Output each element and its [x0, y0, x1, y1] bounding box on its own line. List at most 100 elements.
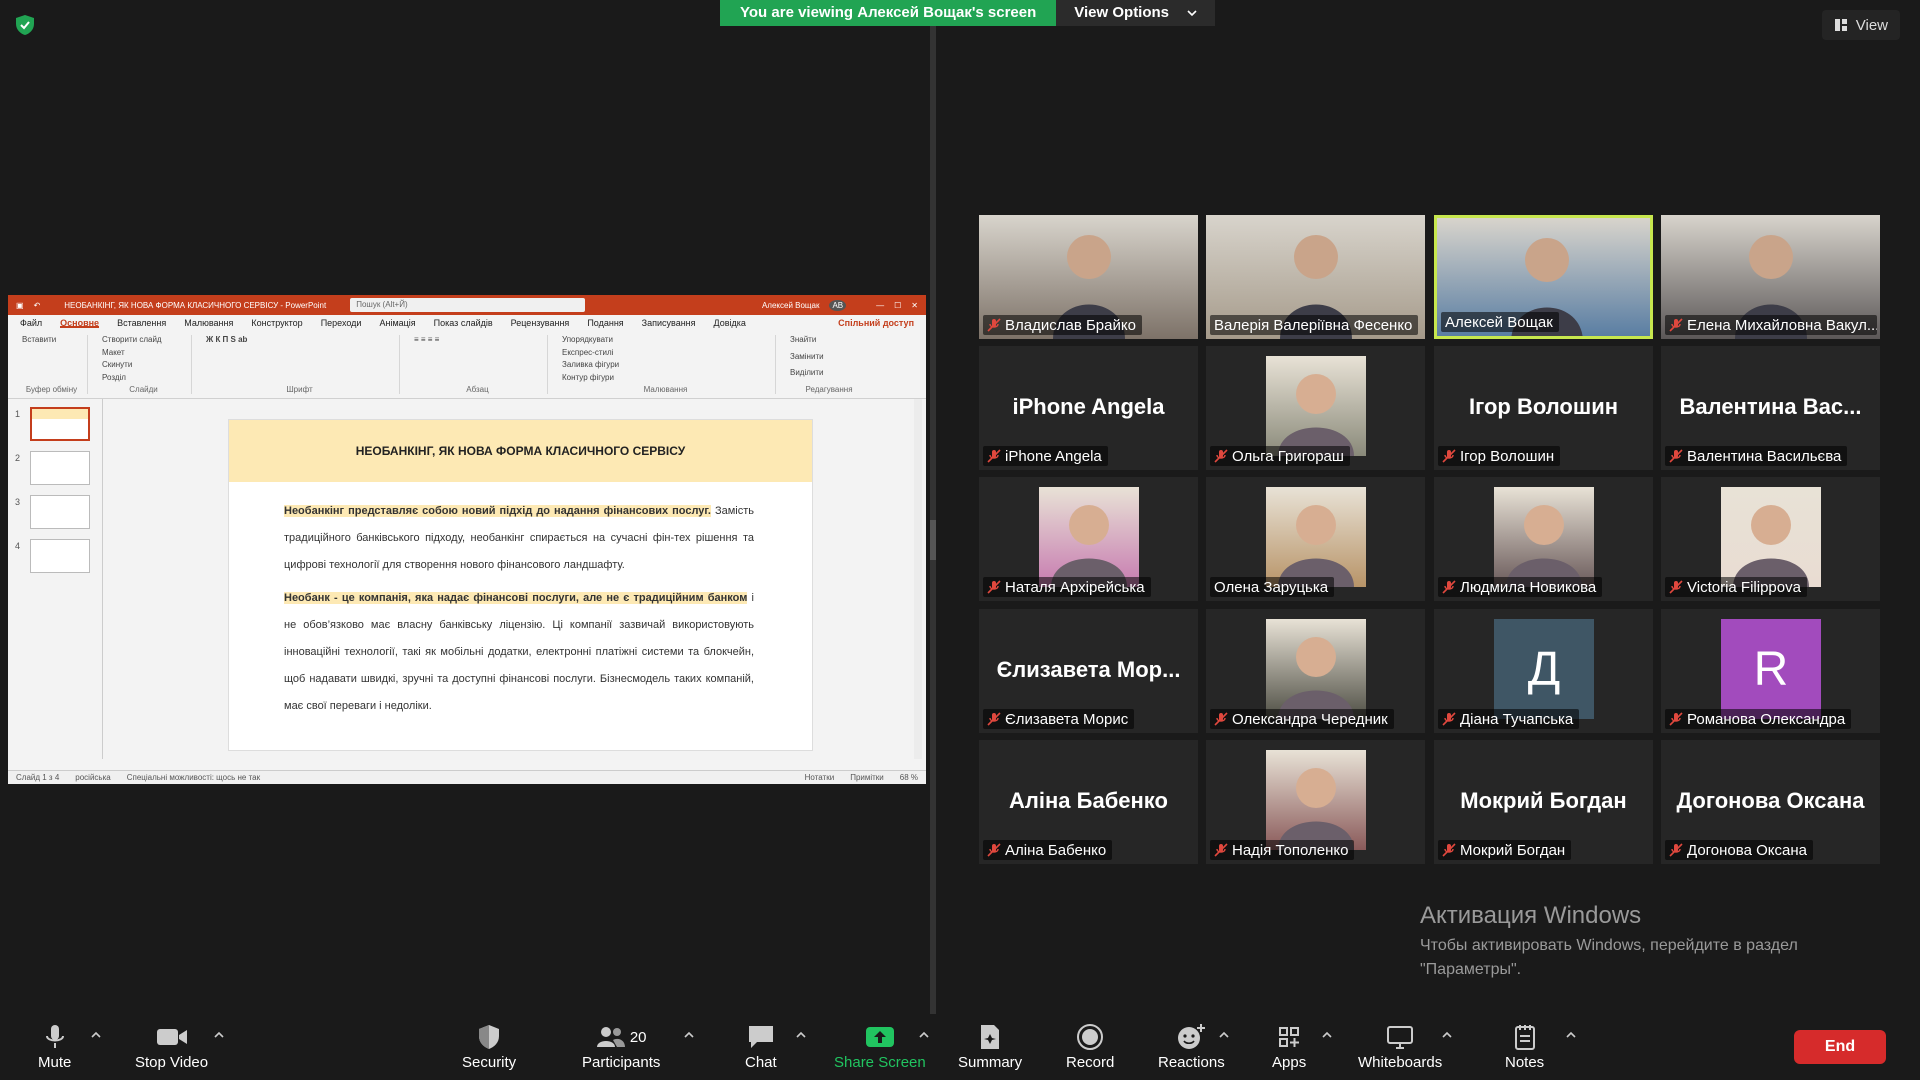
accessibility-status[interactable]: Спеціальні можливості: щось не так: [127, 773, 260, 782]
comments-button[interactable]: Примітки: [850, 773, 884, 782]
quick-styles-button[interactable]: Експрес-стилі: [562, 348, 769, 357]
reactions-button[interactable]: Reactions: [1158, 1020, 1225, 1071]
view-button[interactable]: View: [1821, 10, 1900, 40]
ppt-undo-icon[interactable]: ↶: [34, 301, 41, 310]
stop-video-button[interactable]: Stop Video: [135, 1020, 208, 1071]
menu-transitions[interactable]: Переходи: [321, 318, 362, 328]
participant-tile[interactable]: Ольга Григораш: [1206, 346, 1425, 470]
replace-button[interactable]: Замінити: [790, 352, 868, 361]
menu-insert[interactable]: Вставлення: [117, 318, 166, 328]
participant-tile[interactable]: Владислав Брайко: [979, 215, 1198, 339]
slide-thumbnail[interactable]: [30, 495, 90, 529]
zoom-level[interactable]: 68 %: [900, 773, 918, 782]
participant-tile[interactable]: Алексей Вощак: [1434, 215, 1653, 339]
chevron-up-icon[interactable]: [1441, 1030, 1453, 1040]
para1-bold: Необанкінг представляє собою новий підхі…: [284, 505, 711, 517]
participant-tile[interactable]: Аліна Бабенко Аліна Бабенко: [979, 740, 1198, 864]
notes-button[interactable]: Нотатки: [805, 773, 835, 782]
reset-button[interactable]: Скинути: [102, 360, 185, 369]
chevron-up-icon[interactable]: [918, 1030, 930, 1040]
find-button[interactable]: Знайти: [790, 335, 868, 344]
paste-button[interactable]: Вставити: [22, 335, 81, 344]
mute-button[interactable]: Mute: [38, 1020, 71, 1071]
menu-review[interactable]: Рецензування: [511, 318, 570, 328]
vertical-scrollbar[interactable]: [914, 399, 922, 759]
participant-tile[interactable]: iPhone Angela iPhone Angela: [979, 346, 1198, 470]
layout-button[interactable]: Макет: [102, 348, 185, 357]
end-meeting-button[interactable]: End: [1794, 1030, 1886, 1064]
arrange-button[interactable]: Упорядкувати: [562, 335, 769, 344]
menu-home[interactable]: Основне: [60, 318, 100, 328]
chevron-up-icon[interactable]: [1321, 1030, 1333, 1040]
slide-thumbnail[interactable]: [30, 539, 90, 573]
chevron-up-icon[interactable]: [1565, 1030, 1577, 1040]
chat-button[interactable]: Chat: [745, 1020, 777, 1071]
new-slide-button[interactable]: Створити слайд: [102, 335, 185, 344]
participant-tile[interactable]: Людмила Новикова: [1434, 477, 1653, 601]
participant-tile[interactable]: Валентина Вас... Валентина Васильєва: [1661, 346, 1880, 470]
participant-tile[interactable]: Наталя Архірейська: [979, 477, 1198, 601]
language-indicator[interactable]: російська: [75, 773, 110, 782]
ppt-save-icon[interactable]: ▣: [16, 301, 24, 310]
share-screen-button[interactable]: Share Screen: [834, 1020, 926, 1071]
participant-tile[interactable]: R Романова Олександра: [1661, 609, 1880, 733]
chevron-up-icon[interactable]: [90, 1030, 102, 1040]
slide-thumbnail[interactable]: [30, 451, 90, 485]
encryption-shield-icon[interactable]: [14, 14, 36, 36]
maximize-icon[interactable]: ☐: [894, 301, 901, 310]
section-button[interactable]: Розділ: [102, 373, 185, 382]
participant-tile[interactable]: Олександра Чередник: [1206, 609, 1425, 733]
chevron-up-icon[interactable]: [683, 1030, 695, 1040]
participant-tile[interactable]: Елена Михайловна Вакул...: [1661, 215, 1880, 339]
participant-tile[interactable]: Ігор Волошин Ігор Волошин: [1434, 346, 1653, 470]
chevron-up-icon[interactable]: [1218, 1030, 1230, 1040]
record-button[interactable]: Record: [1066, 1020, 1114, 1071]
font-controls[interactable]: Ж К П S ab: [206, 335, 393, 344]
view-options-button[interactable]: View Options: [1056, 0, 1216, 26]
chevron-up-icon[interactable]: [213, 1030, 225, 1040]
participant-tile[interactable]: Єлизавета Мор... Єлизавета Морис: [979, 609, 1198, 733]
menu-help[interactable]: Довідка: [714, 318, 746, 328]
participant-tile[interactable]: Мокрий Богдан Мокрий Богдан: [1434, 740, 1653, 864]
mic-muted-icon: [1214, 843, 1228, 857]
menu-design[interactable]: Конструктор: [251, 318, 302, 328]
summary-button[interactable]: Summary: [958, 1020, 1022, 1071]
menu-draw[interactable]: Малювання: [184, 318, 233, 328]
ppt-user-avatar[interactable]: АВ: [829, 299, 847, 311]
whiteboards-button[interactable]: Whiteboards: [1358, 1020, 1442, 1071]
participant-tile[interactable]: Victoria Filippova: [1661, 477, 1880, 601]
participant-tile[interactable]: Валерія Валеріївна Фесенко: [1206, 215, 1425, 339]
menu-file[interactable]: Файл: [20, 318, 42, 328]
participants-button[interactable]: 20 Participants: [582, 1020, 660, 1071]
chevron-up-icon[interactable]: [795, 1030, 807, 1040]
share-screen-label: Share Screen: [834, 1054, 926, 1071]
slide-canvas[interactable]: НЕОБАНКІНГ, ЯК НОВА ФОРМА КЛАСИЧНОГО СЕР…: [228, 419, 813, 751]
shared-screen-powerpoint[interactable]: ▣ ↶ НЕОБАНКІНГ, ЯК НОВА ФОРМА КЛАСИЧНОГО…: [8, 295, 926, 784]
participant-tile[interactable]: Догонова Оксана Догонова Оксана: [1661, 740, 1880, 864]
notes-button[interactable]: Notes: [1505, 1020, 1544, 1071]
participant-tile[interactable]: Надія Тополенко: [1206, 740, 1425, 864]
participant-display-name: Ігор Волошин: [1468, 394, 1619, 419]
participant-display-name: Догонова Оксана: [1676, 788, 1865, 813]
participant-tile[interactable]: Д Діана Тучапська: [1434, 609, 1653, 733]
slide-thumbnail[interactable]: [30, 407, 90, 441]
participant-tile[interactable]: Олена Заруцька: [1206, 477, 1425, 601]
participants-icon: [596, 1027, 625, 1047]
close-icon[interactable]: ✕: [911, 301, 918, 310]
mic-muted-icon: [1214, 712, 1228, 726]
menu-animations[interactable]: Анімація: [379, 318, 415, 328]
ppt-search-input[interactable]: Пошук (Alt+Й): [350, 298, 586, 312]
minimize-icon[interactable]: —: [876, 301, 884, 310]
paragraph-controls[interactable]: ≡ ≡ ≡ ≡: [414, 335, 541, 344]
share-button[interactable]: Спільний доступ: [838, 318, 914, 328]
menu-view[interactable]: Подання: [587, 318, 623, 328]
select-button[interactable]: Виділити: [790, 368, 868, 377]
shape-fill-button[interactable]: Заливка фігури: [562, 360, 769, 369]
security-button[interactable]: Security: [462, 1020, 516, 1071]
shape-outline-button[interactable]: Контур фігури: [562, 373, 769, 382]
apps-button[interactable]: Apps: [1272, 1020, 1306, 1071]
menu-slideshow[interactable]: Показ слайдів: [434, 318, 493, 328]
menu-record[interactable]: Записування: [642, 318, 696, 328]
participant-name: Ольга Григораш: [1232, 447, 1344, 465]
splitter-handle[interactable]: [930, 520, 936, 560]
